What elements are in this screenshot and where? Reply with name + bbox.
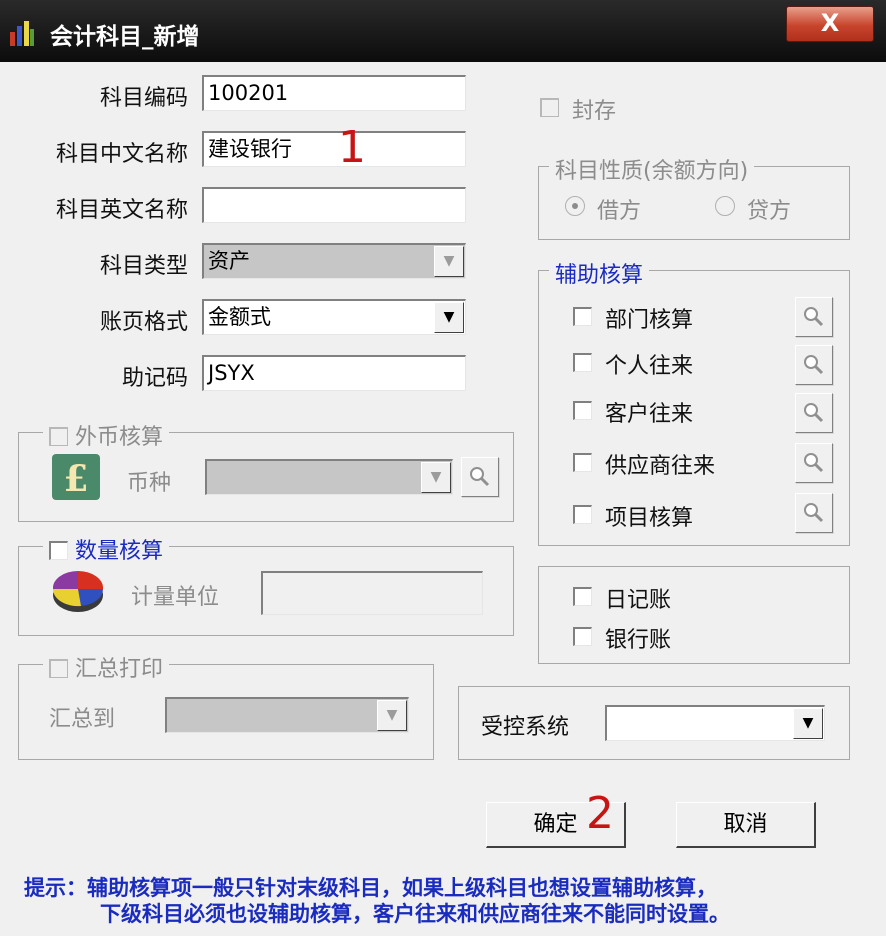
quantity-title: 数量核算 bbox=[75, 539, 164, 564]
seal-checkbox[interactable] bbox=[540, 98, 559, 117]
aux-personal-checkbox[interactable] bbox=[573, 353, 592, 372]
dialog-window: 会计科目_新增 X 科目编码 100201 科目中文名称 建设银行 1 科目英文… bbox=[0, 0, 886, 936]
magnifier-icon bbox=[804, 453, 824, 473]
summary-target-select[interactable]: ▼ bbox=[165, 697, 409, 733]
bank-book-checkbox[interactable] bbox=[573, 627, 592, 646]
mnemonic-input[interactable]: JSYX bbox=[202, 355, 466, 391]
bank-book-label: 银行账 bbox=[605, 628, 672, 653]
dropdown-arrow-icon[interactable]: ▼ bbox=[793, 708, 823, 739]
summary-print-header: 汇总打印 bbox=[43, 651, 170, 683]
aux-project-label: 项目核算 bbox=[605, 506, 694, 531]
magnifier-icon bbox=[804, 403, 824, 423]
pie-chart-icon bbox=[52, 571, 104, 612]
annotation-mark-2: 2 bbox=[586, 788, 614, 839]
credit-label: 贷方 bbox=[747, 199, 792, 224]
quantity-header: 数量核算 bbox=[43, 533, 170, 565]
title-bar[interactable]: 会计科目_新增 X bbox=[0, 0, 886, 62]
svg-text:£: £ bbox=[63, 458, 88, 500]
close-button[interactable]: X bbox=[786, 6, 874, 42]
aux-customer-lookup-button[interactable] bbox=[795, 393, 833, 433]
quantity-group: 数量核算 计量单位 bbox=[18, 533, 514, 636]
control-system-group: 受控系统 ▼ bbox=[458, 686, 850, 760]
window-title: 会计科目_新增 bbox=[50, 24, 200, 50]
dialog-body: 科目编码 100201 科目中文名称 建设银行 1 科目英文名称 科目类型 资产… bbox=[8, 62, 878, 928]
aux-project-lookup-button[interactable] bbox=[795, 493, 833, 533]
en-name-label: 科目英文名称 bbox=[55, 198, 188, 223]
aux-personal-label: 个人往来 bbox=[605, 354, 694, 379]
foreign-currency-title: 外币核算 bbox=[75, 425, 164, 450]
hint-line-2: 下级科目必须也设辅助核算，客户往来和供应商往来不能同时设置。 bbox=[100, 902, 730, 926]
debit-radio[interactable] bbox=[565, 196, 585, 216]
foreign-currency-header: 外币核算 bbox=[43, 419, 170, 451]
dropdown-arrow-icon[interactable]: ▼ bbox=[434, 246, 464, 277]
seal-label: 封存 bbox=[572, 99, 617, 124]
cn-name-label: 科目中文名称 bbox=[55, 142, 188, 167]
type-select-value: 资产 bbox=[208, 249, 250, 273]
journal-label: 日记账 bbox=[605, 588, 672, 613]
aux-personal-lookup-button[interactable] bbox=[795, 345, 833, 385]
aux-customer-checkbox[interactable] bbox=[573, 401, 592, 420]
control-system-select[interactable]: ▼ bbox=[605, 705, 825, 741]
code-label: 科目编码 bbox=[99, 86, 188, 111]
unit-label: 计量单位 bbox=[131, 585, 220, 610]
magnifier-icon bbox=[804, 503, 824, 523]
aux-dept-label: 部门核算 bbox=[605, 308, 694, 333]
chart-app-icon bbox=[10, 21, 34, 46]
summary-target-label: 汇总到 bbox=[49, 707, 116, 732]
dropdown-arrow-icon[interactable]: ▼ bbox=[421, 462, 451, 493]
nature-group: 科目性质(余额方向) 借方 贷方 bbox=[538, 153, 850, 240]
format-select[interactable]: 金额式 ▼ bbox=[202, 299, 466, 335]
unit-input[interactable] bbox=[261, 571, 483, 615]
format-label: 账页格式 bbox=[99, 310, 188, 335]
aux-supplier-label: 供应商往来 bbox=[605, 454, 716, 479]
currency-label: 币种 bbox=[127, 471, 172, 496]
aux-project-checkbox[interactable] bbox=[573, 505, 592, 524]
debit-label: 借方 bbox=[597, 199, 642, 224]
quantity-checkbox[interactable] bbox=[49, 541, 68, 560]
cn-name-input[interactable]: 建设银行 bbox=[202, 131, 466, 167]
dropdown-arrow-icon[interactable]: ▼ bbox=[434, 302, 464, 333]
aux-supplier-checkbox[interactable] bbox=[573, 453, 592, 472]
cancel-button[interactable]: 取消 bbox=[676, 802, 816, 848]
summary-print-title: 汇总打印 bbox=[75, 657, 164, 682]
nature-title: 科目性质(余额方向) bbox=[549, 153, 755, 185]
magnifier-icon bbox=[470, 467, 490, 487]
dropdown-arrow-icon[interactable]: ▼ bbox=[377, 700, 407, 731]
currency-lookup-button[interactable] bbox=[461, 457, 499, 497]
journal-checkbox[interactable] bbox=[573, 587, 592, 606]
magnifier-icon bbox=[804, 355, 824, 375]
pound-currency-icon: £ bbox=[52, 454, 100, 500]
aux-dept-checkbox[interactable] bbox=[573, 307, 592, 326]
type-select[interactable]: 资产 ▼ bbox=[202, 243, 466, 279]
code-input[interactable]: 100201 bbox=[202, 75, 466, 111]
control-system-label: 受控系统 bbox=[481, 715, 570, 740]
summary-print-group: 汇总打印 汇总到 ▼ bbox=[18, 651, 434, 760]
aux-dept-lookup-button[interactable] bbox=[795, 297, 833, 337]
books-group: 日记账 银行账 bbox=[538, 566, 850, 664]
summary-print-checkbox[interactable] bbox=[49, 659, 68, 678]
foreign-currency-group: 外币核算 £ 币种 ▼ bbox=[18, 419, 514, 522]
type-label: 科目类型 bbox=[99, 254, 188, 279]
auxiliary-group: 辅助核算 部门核算 个人往来 客户往来 供应商往来 项目核算 bbox=[538, 257, 850, 546]
annotation-mark-1: 1 bbox=[338, 122, 366, 173]
en-name-input[interactable] bbox=[202, 187, 466, 223]
aux-supplier-lookup-button[interactable] bbox=[795, 443, 833, 483]
format-select-value: 金额式 bbox=[208, 305, 271, 329]
credit-radio[interactable] bbox=[715, 196, 735, 216]
aux-customer-label: 客户往来 bbox=[605, 402, 694, 427]
mnemonic-label: 助记码 bbox=[121, 366, 188, 391]
magnifier-icon bbox=[804, 307, 824, 327]
foreign-currency-checkbox[interactable] bbox=[49, 427, 68, 446]
currency-select[interactable]: ▼ bbox=[205, 459, 453, 495]
auxiliary-title: 辅助核算 bbox=[549, 257, 650, 289]
